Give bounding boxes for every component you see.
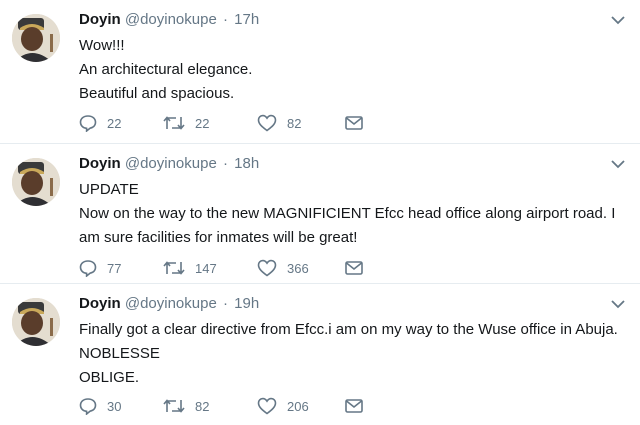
username[interactable]: @doyinokupe: [125, 11, 217, 28]
heart-icon: [257, 397, 277, 415]
tweet-actions: 77 147 366: [79, 257, 385, 279]
tweet-line: UPDATE: [79, 181, 139, 198]
like-button[interactable]: 366: [257, 257, 345, 279]
reply-icon: [79, 115, 97, 132]
separator: ·: [222, 155, 228, 172]
avatar-image: [12, 158, 60, 206]
retweet-icon: [163, 261, 185, 275]
retweet-button[interactable]: 147: [163, 257, 257, 279]
retweet-button[interactable]: 82: [163, 395, 257, 417]
tweet-line: Wow!!!: [79, 37, 125, 54]
tweet-header: Doyin @doyinokupe · 19h: [79, 294, 259, 314]
direct-message-button[interactable]: [345, 395, 385, 417]
retweet-count: 82: [195, 398, 210, 414]
avatar[interactable]: [12, 14, 60, 62]
heart-icon: [257, 259, 277, 277]
retweet-icon: [163, 399, 185, 413]
tweet-line: An architectural elegance.: [79, 61, 253, 78]
chevron-down-icon[interactable]: [610, 298, 626, 310]
timestamp[interactable]: 17h: [234, 11, 259, 28]
avatar[interactable]: [12, 298, 60, 346]
tweet-line: NOBLESSE: [79, 345, 160, 362]
tweet-actions: 30 82 206: [79, 395, 385, 417]
tweet[interactable]: Doyin @doyinokupe · 17h Wow!!! An archit…: [0, 0, 640, 144]
like-button[interactable]: 82: [257, 112, 345, 134]
chevron-down-icon[interactable]: [610, 158, 626, 170]
direct-message-button[interactable]: [345, 257, 385, 279]
tweet-line: Beautiful and spacious.: [79, 85, 235, 102]
tweet-header: Doyin @doyinokupe · 18h: [79, 154, 259, 174]
display-name[interactable]: Doyin: [79, 155, 121, 172]
reply-count: 30: [107, 398, 122, 414]
retweet-button[interactable]: 22: [163, 112, 257, 134]
reply-count: 77: [107, 260, 122, 276]
tweet-header: Doyin @doyinokupe · 17h: [79, 10, 259, 30]
direct-message-button[interactable]: [345, 112, 385, 134]
avatar-image: [12, 14, 60, 62]
display-name[interactable]: Doyin: [79, 295, 121, 312]
retweet-count: 22: [195, 115, 210, 131]
timestamp[interactable]: 18h: [234, 155, 259, 172]
timestamp[interactable]: 19h: [234, 295, 259, 312]
like-button[interactable]: 206: [257, 395, 345, 417]
tweet-text: Wow!!! An architectural elegance. Beauti…: [79, 34, 627, 106]
envelope-icon: [345, 261, 363, 275]
tweet-line: Finally got a clear directive from Efcc.…: [79, 321, 618, 338]
retweet-count: 147: [195, 260, 217, 276]
heart-icon: [257, 114, 277, 132]
separator: ·: [222, 11, 228, 28]
reply-icon: [79, 260, 97, 277]
reply-button[interactable]: 30: [79, 395, 163, 417]
like-count: 206: [287, 398, 309, 414]
like-count: 82: [287, 115, 302, 131]
envelope-icon: [345, 116, 363, 130]
retweet-icon: [163, 116, 185, 130]
tweet-actions: 22 22 82: [79, 112, 385, 134]
tweet[interactable]: Doyin @doyinokupe · 19h Finally got a cl…: [0, 284, 640, 425]
like-count: 366: [287, 260, 309, 276]
reply-icon: [79, 398, 97, 415]
reply-button[interactable]: 77: [79, 257, 163, 279]
reply-button[interactable]: 22: [79, 112, 163, 134]
avatar[interactable]: [12, 158, 60, 206]
display-name[interactable]: Doyin: [79, 11, 121, 28]
username[interactable]: @doyinokupe: [125, 155, 217, 172]
tweet-line: OBLIGE.: [79, 369, 140, 386]
username[interactable]: @doyinokupe: [125, 295, 217, 312]
tweet-line: Now on the way to the new MAGNIFICIENT E…: [79, 205, 616, 246]
tweet-text: Finally got a clear directive from Efcc.…: [79, 318, 627, 390]
reply-count: 22: [107, 115, 122, 131]
tweet[interactable]: Doyin @doyinokupe · 18h UPDATE Now on th…: [0, 144, 640, 284]
envelope-icon: [345, 399, 363, 413]
chevron-down-icon[interactable]: [610, 14, 626, 26]
tweet-text: UPDATE Now on the way to the new MAGNIFI…: [79, 178, 627, 250]
avatar-image: [12, 298, 60, 346]
separator: ·: [222, 295, 228, 312]
